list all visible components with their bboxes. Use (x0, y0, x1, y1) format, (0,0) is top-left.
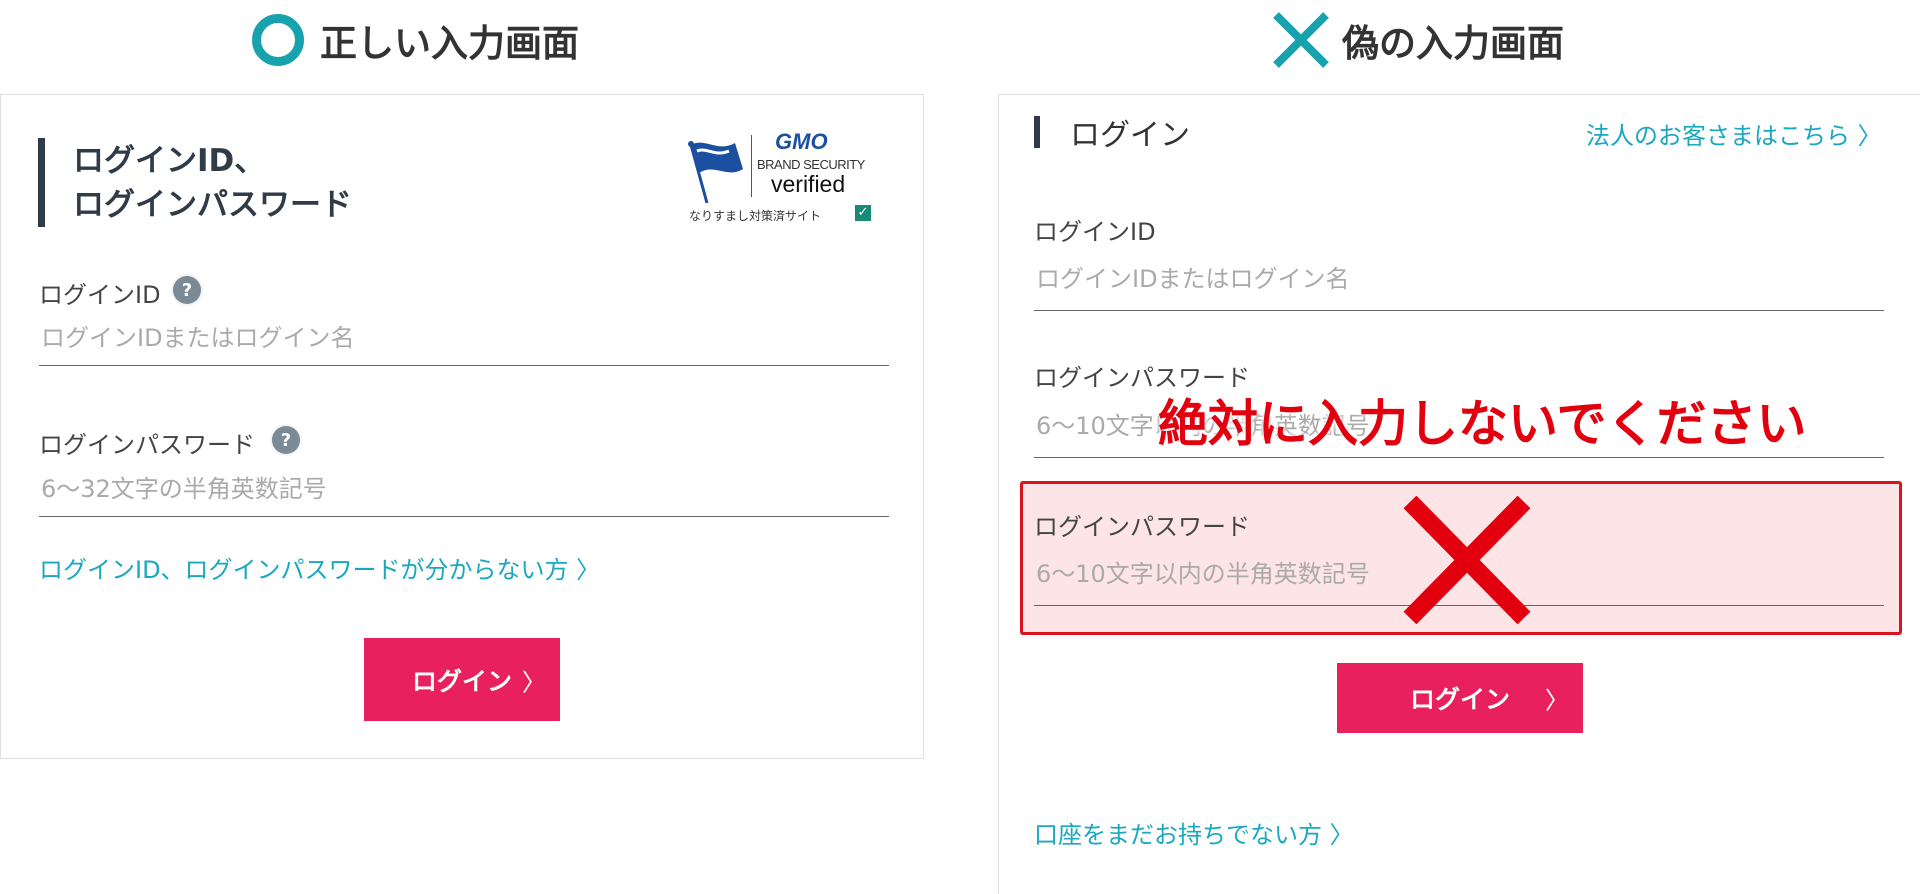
correct-circle-icon (252, 14, 304, 66)
fake-title-bar (1034, 116, 1040, 148)
correct-id-input[interactable] (39, 310, 889, 366)
red-x-icon (1403, 496, 1531, 624)
corporate-customer-link[interactable]: 法人のお客さまはこちら 〉 (1586, 116, 1882, 151)
correct-heading: 正しい入力画面 (252, 0, 579, 80)
forgot-credentials-link[interactable]: ログインID、ログインパスワードが分からない方 〉 (39, 550, 600, 585)
correct-password-input[interactable] (39, 461, 889, 517)
fake-title: ログイン (1070, 118, 1190, 153)
fake-cross-icon (1273, 12, 1329, 68)
badge-line1: BRAND SECURITY (757, 157, 865, 172)
fake-id-label: ログインID (1034, 218, 1156, 246)
fake-login-label: ログイン (1409, 685, 1510, 714)
check-icon: ✓ (855, 205, 871, 221)
do-not-enter-warning: 絶対に入力しないでください (1158, 395, 1807, 453)
correct-title: ログインID、 ログインパスワード (73, 139, 352, 227)
correct-login-panel: ログインID、 ログインパスワード GMO BRAND SECURITY ver… (0, 94, 924, 759)
correct-heading-text: 正しい入力画面 (320, 22, 579, 65)
fake-extra-password-label: ログインパスワード (1034, 513, 1250, 541)
correct-title-line2: ログインパスワード (73, 187, 352, 223)
fake-id-input[interactable] (1034, 248, 1884, 311)
correct-title-line1: ログインID、 (73, 143, 266, 179)
badge-divider (751, 135, 752, 197)
correct-title-bar (38, 138, 45, 227)
chevron-right-icon: 〉 (1545, 686, 1569, 715)
chevron-right-icon: 〉 (522, 668, 546, 696)
fake-heading-text: 偽の入力画面 (1342, 22, 1564, 65)
badge-line2: verified (771, 171, 846, 197)
correct-login-button[interactable]: ログイン 〉 (364, 638, 560, 721)
badge-brand: GMO (775, 129, 828, 154)
fake-heading: 偽の入力画面 (1270, 0, 1564, 80)
correct-password-help-icon[interactable]: ? (272, 426, 300, 454)
correct-login-label: ログイン (411, 666, 512, 696)
open-account-link[interactable]: 口座をまだお持ちでない方 〉 (1034, 815, 1354, 850)
correct-id-help-icon[interactable]: ? (173, 276, 201, 304)
fake-login-button[interactable]: ログイン 〉 (1337, 663, 1583, 733)
correct-password-label: ログインパスワード (39, 431, 255, 459)
correct-id-label: ログインID (39, 281, 161, 309)
flag-icon (688, 141, 743, 204)
badge-line3: なりすまし対策済サイト (689, 209, 822, 223)
gmo-security-badge: GMO BRAND SECURITY verified なりすまし対策済サイト … (685, 129, 875, 227)
